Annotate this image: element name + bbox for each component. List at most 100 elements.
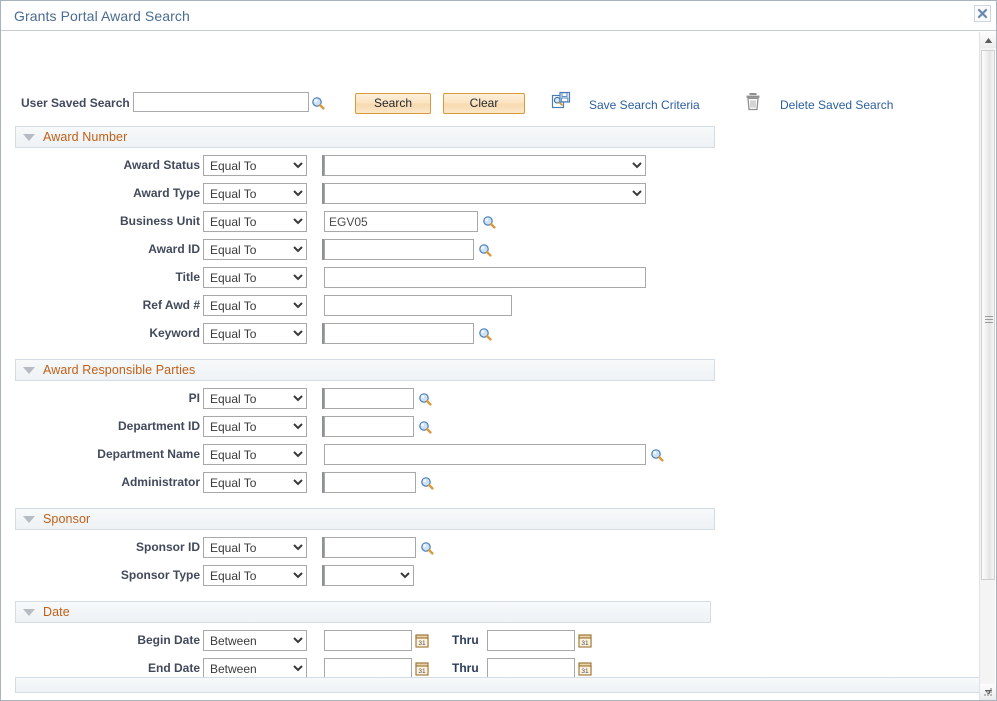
- scroll-up-button[interactable]: [980, 32, 996, 48]
- field-label: Sponsor ID: [136, 540, 200, 554]
- section-title: Award Number: [43, 130, 127, 144]
- delete-saved-search-link[interactable]: Delete Saved Search: [780, 98, 893, 112]
- field-label-wrap: Title: [2, 267, 200, 289]
- value-input[interactable]: [324, 444, 646, 465]
- operator-select[interactable]: Equal ToBetween: [203, 323, 307, 344]
- form-row: AdministratorEqual ToBetween: [2, 472, 962, 494]
- field-label: Department Name: [97, 447, 200, 461]
- trash-icon[interactable]: [744, 92, 762, 116]
- save-search-icon[interactable]: [551, 91, 571, 116]
- thru-label: Thru: [452, 661, 479, 675]
- field-label-wrap: Department Name: [2, 444, 200, 466]
- calendar-icon[interactable]: 31: [415, 633, 430, 653]
- close-button[interactable]: [974, 5, 991, 22]
- value-input[interactable]: [324, 537, 416, 558]
- form-row: KeywordEqual ToBetween: [2, 323, 962, 345]
- form-row: PIEqual ToBetween: [2, 388, 962, 410]
- close-icon: [977, 8, 988, 19]
- section-title: Date: [43, 605, 70, 619]
- form-row: Award StatusEqual ToBetween: [2, 155, 962, 177]
- user-saved-search-label: User Saved Search: [21, 96, 130, 110]
- scroll-up-icon: [984, 31, 993, 49]
- operator-select[interactable]: Equal ToBetween: [203, 444, 307, 465]
- section-collapse-icon[interactable]: [23, 134, 35, 141]
- save-search-criteria-link[interactable]: Save Search Criteria: [589, 98, 700, 112]
- section-header-award-responsible-parties[interactable]: Award Responsible Parties: [15, 359, 715, 381]
- operator-select[interactable]: Equal ToBetween: [203, 267, 307, 288]
- operator-select[interactable]: Equal ToBetween: [203, 211, 307, 232]
- form-row: Begin DateEqual ToBetween31Thru31: [2, 630, 962, 652]
- section-header-date[interactable]: Date: [15, 601, 711, 623]
- operator-select[interactable]: Equal ToBetween: [203, 295, 307, 316]
- field-label-wrap: Sponsor ID: [2, 537, 200, 559]
- section-collapse-icon[interactable]: [23, 367, 35, 374]
- section-title: Award Responsible Parties: [43, 363, 195, 377]
- operator-select[interactable]: Equal ToBetween: [203, 565, 307, 586]
- field-label-wrap: Keyword: [2, 323, 200, 345]
- operator-select[interactable]: Equal ToBetween: [203, 630, 307, 651]
- value-input[interactable]: [324, 472, 416, 493]
- form-row: Department NameEqual ToBetween: [2, 444, 962, 466]
- calendar-icon[interactable]: 31: [578, 633, 593, 653]
- form-row: Award IDEqual ToBetween: [2, 239, 962, 261]
- field-label: Department ID: [118, 419, 200, 433]
- scroll-thumb[interactable]: [981, 50, 995, 580]
- operator-select[interactable]: Equal ToBetween: [203, 537, 307, 558]
- vertical-scrollbar[interactable]: [979, 32, 995, 700]
- page-title: Grants Portal Award Search: [14, 8, 190, 24]
- date-thru-input[interactable]: [487, 658, 575, 679]
- date-from-input[interactable]: [324, 658, 412, 679]
- operator-select[interactable]: Equal ToBetween: [203, 183, 307, 204]
- operator-select[interactable]: Equal ToBetween: [203, 472, 307, 493]
- field-label: PI: [189, 391, 200, 405]
- operator-select[interactable]: Equal ToBetween: [203, 416, 307, 437]
- operator-select[interactable]: Equal ToBetween: [203, 239, 307, 260]
- window-resize-grip[interactable]: [984, 688, 994, 698]
- field-label: Ref Awd #: [143, 298, 200, 312]
- lookup-icon[interactable]: [418, 392, 432, 411]
- value-input[interactable]: [324, 211, 478, 232]
- value-select[interactable]: [324, 565, 414, 586]
- lookup-icon[interactable]: [420, 476, 434, 495]
- section-collapse-icon[interactable]: [23, 609, 35, 616]
- field-label: Award Type: [133, 186, 200, 200]
- lookup-icon[interactable]: [478, 243, 492, 262]
- section-header-sponsor[interactable]: Sponsor: [15, 508, 715, 530]
- value-input[interactable]: [324, 416, 414, 437]
- lookup-icon[interactable]: [418, 420, 432, 439]
- field-label-wrap: Begin Date: [2, 630, 200, 652]
- value-input[interactable]: [324, 388, 414, 409]
- section-collapse-icon[interactable]: [23, 516, 35, 523]
- form-row: Award TypeEqual ToBetween: [2, 183, 962, 205]
- value-select[interactable]: [324, 183, 646, 204]
- section-title: Sponsor: [43, 512, 90, 526]
- lookup-icon[interactable]: [650, 448, 664, 467]
- field-label: Sponsor Type: [121, 568, 200, 582]
- operator-select[interactable]: Equal ToBetween: [203, 388, 307, 409]
- section-header-next-partial[interactable]: [15, 677, 982, 693]
- user-saved-search-input[interactable]: [133, 92, 309, 112]
- user-saved-search-lookup-icon[interactable]: [311, 96, 325, 115]
- section-header-award-number[interactable]: Award Number: [15, 126, 715, 148]
- date-from-input[interactable]: [324, 630, 412, 651]
- lookup-icon[interactable]: [478, 327, 492, 346]
- form-row: Business UnitEqual ToBetween: [2, 211, 962, 233]
- operator-select[interactable]: Equal ToBetween: [203, 658, 307, 679]
- value-select[interactable]: [324, 155, 646, 176]
- field-label-wrap: PI: [2, 388, 200, 410]
- date-thru-input[interactable]: [487, 630, 575, 651]
- operator-select[interactable]: Equal ToBetween: [203, 155, 307, 176]
- value-input[interactable]: [324, 295, 512, 316]
- svg-text:31: 31: [418, 640, 426, 647]
- search-button[interactable]: Search: [355, 93, 431, 114]
- value-input[interactable]: [324, 267, 646, 288]
- clear-button[interactable]: Clear: [443, 93, 525, 114]
- value-input[interactable]: [324, 239, 474, 260]
- lookup-icon[interactable]: [420, 541, 434, 560]
- field-label: Keyword: [149, 326, 200, 340]
- value-input[interactable]: [324, 323, 474, 344]
- lookup-icon[interactable]: [482, 215, 496, 234]
- field-label: Business Unit: [120, 214, 200, 228]
- scroll-thumb-grip: [985, 316, 993, 323]
- field-label-wrap: Sponsor Type: [2, 565, 200, 587]
